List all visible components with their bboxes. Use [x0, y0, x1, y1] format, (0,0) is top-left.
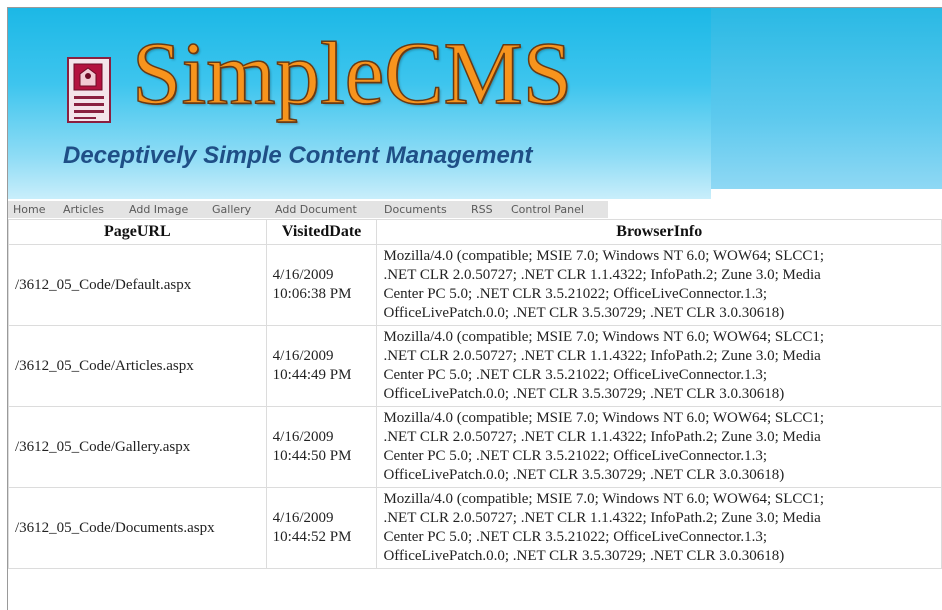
page-url-cell: /3612_05_Code/Documents.aspx	[8, 487, 267, 569]
info-line: Center PC 5.0; .NET CLR 3.5.21022; Offic…	[383, 286, 768, 302]
visits-table: PageURL VisitedDate BrowserInfo /3612_05…	[8, 219, 942, 569]
browser-info-cell: Mozilla/4.0 (compatible; MSIE 7.0; Windo…	[376, 325, 942, 407]
date-text: 4/16/2009	[272, 348, 334, 364]
table-row: /3612_05_Code/Documents.aspx 4/16/2009 10…	[8, 487, 942, 569]
nav-articles[interactable]: Articles	[63, 203, 104, 216]
table-row: /3612_05_Code/Gallery.aspx 4/16/2009 10:4…	[8, 406, 942, 488]
nav-rss[interactable]: RSS	[471, 203, 493, 216]
info-line: Center PC 5.0; .NET CLR 3.5.21022; Offic…	[383, 448, 768, 464]
page-url-cell: /3612_05_Code/Default.aspx	[8, 244, 267, 326]
info-line: OfficeLivePatch.0.0; .NET CLR 3.5.30729;…	[383, 305, 785, 321]
info-line: Mozilla/4.0 (compatible; MSIE 7.0; Windo…	[383, 491, 825, 507]
nav-documents[interactable]: Documents	[384, 203, 447, 216]
browser-info-cell: Mozilla/4.0 (compatible; MSIE 7.0; Windo…	[376, 487, 942, 569]
time-text: 10:44:52 PM	[272, 529, 352, 545]
site-header: SimpleCMS Deceptively Simple Content Man…	[8, 8, 942, 199]
info-line: OfficeLivePatch.0.0; .NET CLR 3.5.30729;…	[383, 386, 785, 402]
info-line: OfficeLivePatch.0.0; .NET CLR 3.5.30729;…	[383, 467, 785, 483]
visited-date-cell: 4/16/2009 10:44:52 PM	[265, 487, 378, 569]
table-row: /3612_05_Code/Articles.aspx 4/16/2009 10:…	[8, 325, 942, 407]
table-row: /3612_05_Code/Default.aspx 4/16/2009 10:0…	[8, 244, 942, 326]
document-logo-icon	[67, 57, 111, 123]
column-header-visiteddate: VisitedDate	[265, 219, 378, 245]
info-line: .NET CLR 2.0.50727; .NET CLR 1.1.4322; I…	[383, 267, 821, 283]
page-url-cell: /3612_05_Code/Gallery.aspx	[8, 406, 267, 488]
info-line: Center PC 5.0; .NET CLR 3.5.21022; Offic…	[383, 529, 768, 545]
info-line: .NET CLR 2.0.50727; .NET CLR 1.1.4322; I…	[383, 348, 821, 364]
visited-date-cell: 4/16/2009 10:44:49 PM	[265, 325, 378, 407]
info-line: Mozilla/4.0 (compatible; MSIE 7.0; Windo…	[383, 410, 825, 426]
page-frame: SimpleCMS Deceptively Simple Content Man…	[7, 7, 942, 610]
column-header-pageurl: PageURL	[8, 219, 267, 245]
date-text: 4/16/2009	[272, 267, 334, 283]
time-text: 10:06:38 PM	[272, 286, 352, 302]
time-text: 10:44:50 PM	[272, 448, 352, 464]
info-line: .NET CLR 2.0.50727; .NET CLR 1.1.4322; I…	[383, 429, 821, 445]
date-text: 4/16/2009	[272, 510, 334, 526]
info-line: OfficeLivePatch.0.0; .NET CLR 3.5.30729;…	[383, 548, 785, 564]
nav-control-panel[interactable]: Control Panel	[511, 203, 584, 216]
visited-date-cell: 4/16/2009 10:06:38 PM	[265, 244, 378, 326]
nav-home[interactable]: Home	[13, 203, 45, 216]
page-url-cell: /3612_05_Code/Articles.aspx	[8, 325, 267, 407]
table-header-row: PageURL VisitedDate BrowserInfo	[8, 219, 942, 245]
visited-date-cell: 4/16/2009 10:44:50 PM	[265, 406, 378, 488]
nav-add-image[interactable]: Add Image	[129, 203, 188, 216]
header-banner-right	[711, 8, 942, 189]
info-line: Mozilla/4.0 (compatible; MSIE 7.0; Windo…	[383, 329, 825, 345]
browser-info-cell: Mozilla/4.0 (compatible; MSIE 7.0; Windo…	[376, 244, 942, 326]
nav-gallery[interactable]: Gallery	[212, 203, 251, 216]
info-line: Mozilla/4.0 (compatible; MSIE 7.0; Windo…	[383, 248, 825, 264]
time-text: 10:44:49 PM	[272, 367, 352, 383]
site-title: SimpleCMS	[131, 25, 573, 123]
info-line: .NET CLR 2.0.50727; .NET CLR 1.1.4322; I…	[383, 510, 821, 526]
nav-bar: Home Articles Add Image Gallery Add Docu…	[8, 201, 608, 218]
info-line: Center PC 5.0; .NET CLR 3.5.21022; Offic…	[383, 367, 768, 383]
date-text: 4/16/2009	[272, 429, 334, 445]
nav-add-document[interactable]: Add Document	[275, 203, 357, 216]
site-tagline: Deceptively Simple Content Management	[63, 142, 533, 169]
column-header-browserinfo: BrowserInfo	[376, 219, 942, 245]
browser-info-cell: Mozilla/4.0 (compatible; MSIE 7.0; Windo…	[376, 406, 942, 488]
